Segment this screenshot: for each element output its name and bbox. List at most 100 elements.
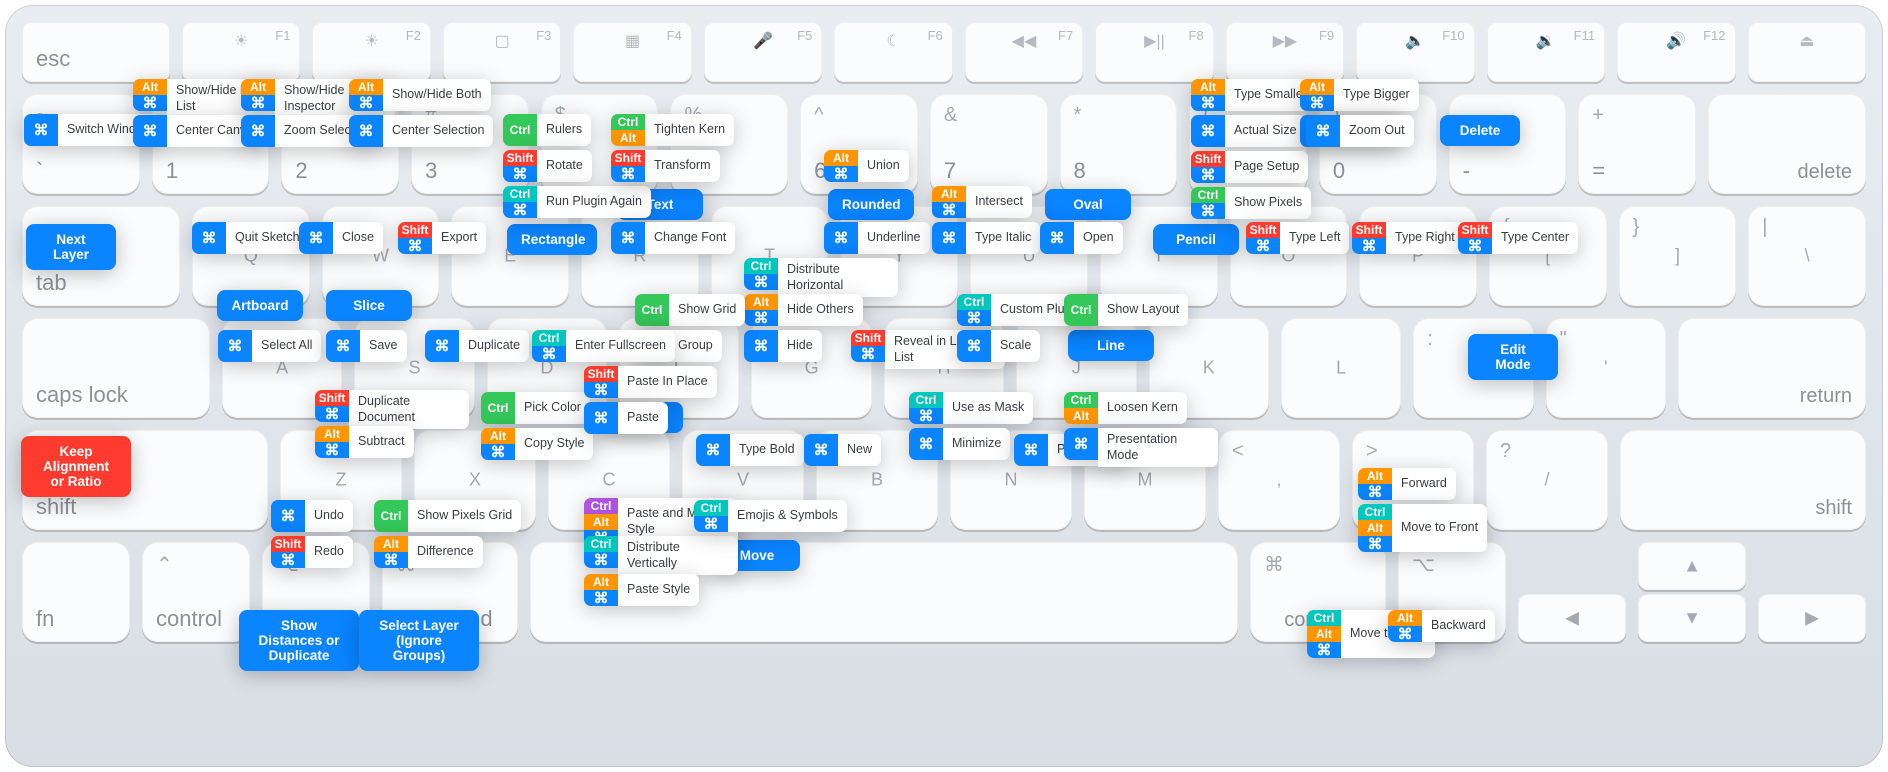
sc-zoomout-0: ⌘Zoom Out: [1306, 115, 1414, 147]
sc-tr-0: Shift⌘Type Right: [1352, 222, 1464, 254]
key-U: U: [970, 206, 1088, 306]
key-F7: F7◀◀: [965, 22, 1083, 82]
sc-x-0: CtrlShow Pixels Grid: [374, 500, 521, 532]
sc-v2-2: Alt⌘Paste Style: [584, 574, 699, 606]
sc-intersect-0: Alt⌘Intersect: [932, 186, 1032, 218]
sc-f3-1: ⌘Center Selection: [349, 115, 493, 147]
key-esc: esc: [22, 22, 170, 82]
sc-x-1: Alt⌘Difference: [374, 536, 483, 568]
key-]: }]: [1619, 206, 1737, 306]
pill-pencil: Pencil: [1153, 224, 1239, 255]
pill-edit-mode: Edit Mode: [1468, 334, 1558, 380]
key-8: 8*: [1060, 94, 1178, 194]
sc-v-block-1: ⌘Paste: [584, 402, 668, 434]
key-/: ?/: [1486, 430, 1608, 530]
pill-rectangle: Rectangle: [507, 224, 597, 255]
sc-minus-block-3: Ctrl⌘Show Pixels: [1191, 187, 1311, 219]
sc-minus-block-2: Shift⌘Page Setup: [1191, 151, 1308, 183]
key-control: control⌃: [142, 542, 250, 642]
key-arrow-up: ▲: [1638, 542, 1746, 590]
key-[: {[: [1489, 206, 1607, 306]
sc-v-block-0: Shift⌘Paste In Place: [584, 366, 717, 398]
key-O: O: [1230, 206, 1348, 306]
sc-r-block-1: Shift⌘Rotate: [503, 150, 592, 182]
sc-o-0: ⌘Open: [1040, 222, 1123, 254]
sc-u-area-0: Ctrl⌘Distribute Horizontal: [744, 258, 898, 297]
sc-g-area-0: CtrlShow Grid: [635, 294, 745, 326]
key-eject: ⏏: [1748, 22, 1866, 82]
sc-arr1-1: CtrlAlt⌘Move to Front: [1358, 504, 1487, 552]
key-F1: F1☀: [182, 22, 300, 82]
pill-rounded: Rounded: [828, 189, 914, 220]
key-': "': [1546, 318, 1666, 418]
key-L: L: [1281, 318, 1401, 418]
sc-d-0: ⌘Duplicate: [425, 330, 529, 362]
pill-artboard: Artboard: [217, 290, 303, 321]
sc-a-0: ⌘Select All: [218, 330, 321, 362]
sc-z-0: ⌘Undo: [271, 500, 353, 532]
key-F5: F5🎤: [704, 22, 822, 82]
sc-r-block-2: Ctrl⌘Run Plugin Again: [503, 186, 651, 218]
sc-period-1: ⌘Presentation Mode: [1064, 428, 1218, 467]
pill-select-layer: Select Layer (Ignore Groups): [359, 610, 479, 671]
sc-t-change-0: ⌘Change Font: [611, 222, 735, 254]
pill-delete: Delete: [1440, 115, 1520, 146]
key-F8: F8▶||: [1095, 22, 1213, 82]
sc-l-area-0: CtrlShow Layout: [1064, 294, 1188, 326]
key-arrow-left: ◀: [1518, 594, 1626, 642]
sc-z-1: Shift⌘Redo: [271, 536, 353, 568]
sc-tl-0: Shift⌘Type Left: [1246, 222, 1349, 254]
sc-r-block-0: CtrlRulers: [503, 114, 591, 146]
sc-minus-block-1: ⌘Actual Size: [1191, 115, 1306, 147]
key-arrow-down: ▼: [1638, 594, 1746, 642]
sc-minus-block-0: Alt⌘Type Smaller: [1191, 79, 1316, 111]
key-R: R: [581, 206, 699, 306]
sc-union-0: Alt⌘Union: [824, 150, 909, 182]
sc-b-0: ⌘Type Bold: [696, 434, 804, 466]
key-delete: delete: [1708, 94, 1866, 194]
pill-line: Line: [1068, 330, 1154, 361]
sc-i-0: ⌘Type Italic: [932, 222, 1040, 254]
key-P: P: [1359, 206, 1477, 306]
sc-y-block-1: Shift⌘Transform: [611, 150, 720, 182]
key-F6: F6☾: [834, 22, 952, 82]
key-F3: F3▢: [443, 22, 561, 82]
sc-q-0: ⌘Quit Sketch: [192, 222, 309, 254]
key-=: =+: [1578, 94, 1696, 194]
key-return: return: [1678, 318, 1866, 418]
key-F9: F9▶▶: [1226, 22, 1344, 82]
key-7: 7&: [930, 94, 1048, 194]
sc-emoji-0: Ctrl⌘Emojis & Symbols: [694, 500, 847, 532]
sc-f3-0: Alt⌘Show/Hide Both: [349, 79, 491, 111]
sc-s-0: ⌘Save: [326, 330, 407, 362]
pill-keep-align: Keep Alignment or Ratio: [21, 436, 131, 497]
sc-plus-block-0: Alt⌘Type Bigger: [1300, 79, 1419, 111]
sc-u-0: ⌘Underline: [824, 222, 930, 254]
key-fn: fn: [22, 542, 130, 642]
pill-show-dist: Show Distances or Duplicate: [239, 610, 359, 671]
sc-w-0: ⌘Close: [299, 222, 383, 254]
key-,: <,: [1218, 430, 1340, 530]
sc-y-block-0: CtrlAltTighten Kern: [611, 114, 734, 146]
sc-s2-1: Alt⌘Subtract: [315, 426, 414, 458]
key-F11: F11🔉: [1487, 22, 1605, 82]
key-shift-r: shift: [1620, 430, 1866, 530]
key-capslock: caps lock: [22, 318, 210, 418]
sc-arr1-0: Alt⌘Forward: [1358, 468, 1456, 500]
key-F12: F12🔊: [1617, 22, 1735, 82]
sc-m-block-1: ⌘Minimize: [909, 428, 1010, 460]
key-F10: F10🔈: [1356, 22, 1474, 82]
sc-e-0: Shift⌘Export: [398, 222, 486, 254]
key-F4: F4▦: [573, 22, 691, 82]
sc-period-0: CtrlAltLoosen Kern: [1064, 392, 1187, 424]
sc-arr2b-0: Alt⌘Backward: [1388, 610, 1495, 642]
pill-oval: Oval: [1045, 189, 1131, 220]
pill-next-layer: Next Layer: [26, 224, 116, 270]
key-\: |\: [1748, 206, 1866, 306]
sc-f-0: Ctrl⌘Enter Fullscreen: [532, 330, 675, 362]
sc-tc-0: Shift⌘Type Center: [1458, 222, 1578, 254]
sc-s2-0: Shift⌘Duplicate Document: [315, 390, 469, 429]
key-arrow-right: ▶: [1758, 594, 1866, 642]
sc-v2-1: Ctrl⌘Distribute Vertically: [584, 536, 738, 575]
sc-m-block-0: Ctrl⌘Use as Mask: [909, 392, 1033, 424]
